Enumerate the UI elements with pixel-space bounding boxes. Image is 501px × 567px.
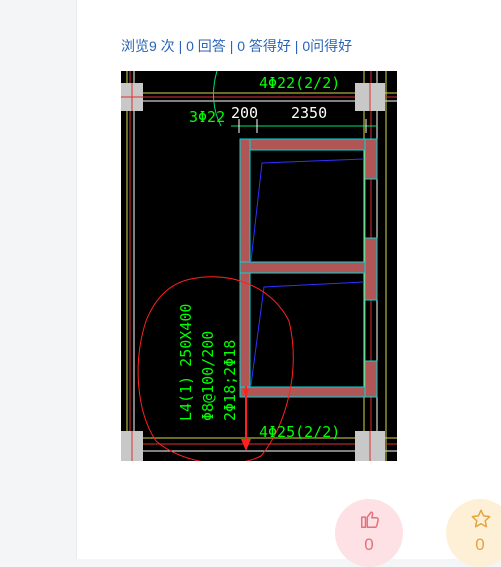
thumbs-up-icon xyxy=(361,511,379,528)
cad-drawing-image[interactable]: 4Φ22(2/2) 3Φ22 200 2350 4Φ25(2/2) L4(1) … xyxy=(121,71,397,461)
bottom-rebar-label: 4Φ25(2/2) xyxy=(259,423,340,441)
view-count: 浏览9 次 xyxy=(121,38,175,54)
stirrup-spec-label: Φ8@100/200 xyxy=(199,331,217,421)
answer-count: 0 回答 xyxy=(186,38,226,54)
separator: | xyxy=(178,38,183,54)
good-question-count: 0问得好 xyxy=(302,38,353,54)
separator: | xyxy=(294,38,299,54)
beam-spec-label: L4(1) 250X400 xyxy=(177,304,195,421)
longitudinal-rebar-label: 2Φ18;2Φ18 xyxy=(221,340,239,421)
top-rebar-label: 4Φ22(2/2) xyxy=(259,74,340,92)
dimension-2350: 2350 xyxy=(291,104,327,122)
favorite-count: 0 xyxy=(475,535,485,554)
left-rebar-label: 3Φ22 xyxy=(189,108,225,126)
star-icon xyxy=(471,509,491,528)
dimension-200: 200 xyxy=(231,104,258,122)
like-button[interactable]: 0 xyxy=(335,499,403,567)
good-answer-count: 0 答得好 xyxy=(237,38,291,54)
question-stats: 浏览9 次 | 0 回答 | 0 答得好 | 0问得好 xyxy=(121,36,352,56)
like-count: 0 xyxy=(364,535,374,554)
separator: | xyxy=(229,38,234,54)
